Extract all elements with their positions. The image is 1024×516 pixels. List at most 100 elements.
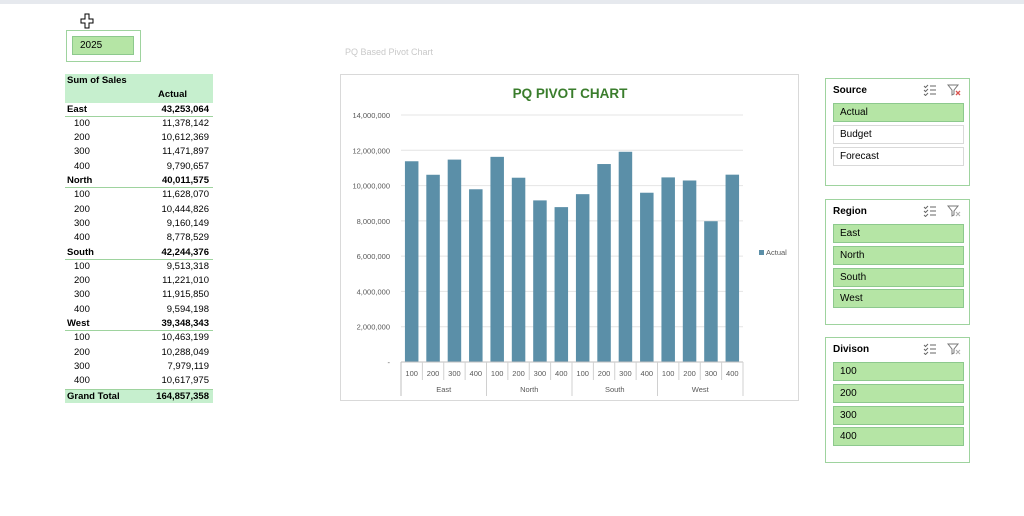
slicer-items: East North South West <box>833 224 964 311</box>
pivot-item-row[interactable]: 400 9,790,657 <box>65 160 213 174</box>
x-group-label: West <box>692 385 710 394</box>
pivot-item-row[interactable]: 400 8,778,529 <box>65 231 213 245</box>
clear-filter-icon[interactable] <box>947 343 961 355</box>
year-slicer-item[interactable]: 2025 <box>72 36 134 55</box>
pivot-region-row[interactable]: East 43,253,064 <box>65 103 213 117</box>
chart-bar <box>597 164 611 362</box>
slicer-item[interactable]: South <box>833 267 964 287</box>
slicer-title: Divison <box>833 344 870 355</box>
pivot-item-label: 200 <box>74 203 90 215</box>
pivot-region-total: 42,244,376 <box>161 246 209 258</box>
pivot-region-row[interactable]: West 39,348,343 <box>65 317 213 332</box>
pivot-item-row[interactable]: 100 10,463,199 <box>65 331 213 345</box>
pivot-item-row[interactable]: 200 10,288,049 <box>65 346 213 360</box>
x-group-label: South <box>605 385 625 394</box>
pivot-item-row[interactable]: 300 11,915,850 <box>65 288 213 302</box>
pivot-item-row[interactable]: 300 7,979,119 <box>65 360 213 374</box>
chart-bar <box>682 180 697 362</box>
y-tick-label: 4,000,000 <box>357 287 390 296</box>
chart-bar <box>640 192 654 362</box>
pivot-region-label: North <box>67 175 93 187</box>
pivot-item-row[interactable]: 200 10,612,369 <box>65 131 213 145</box>
x-tick-label: 300 <box>705 369 718 378</box>
clear-filter-icon[interactable] <box>947 205 961 217</box>
pivot-item-row[interactable]: 100 11,628,070 <box>65 188 213 202</box>
x-tick-label: 200 <box>683 369 696 378</box>
pivot-item-value: 11,221,010 <box>162 275 209 287</box>
chart-svg: PQ PIVOT CHART - 2,000,000 4,000,000 6,000,0… <box>352 86 787 396</box>
slicer-items: Actual Budget Forecast <box>833 103 964 168</box>
chart-bar <box>404 161 419 362</box>
y-tick-label: - <box>388 358 391 367</box>
legend-label: Actual <box>766 248 787 257</box>
x-tick-label: 200 <box>427 369 440 378</box>
slicer-title: Region <box>833 206 867 217</box>
pivot-item-row[interactable]: 100 11,378,142 <box>65 117 213 131</box>
pivot-item-row[interactable]: 100 9,513,318 <box>65 260 213 274</box>
pivot-chart[interactable]: PQ PIVOT CHART - 2,000,000 4,000,000 6,000,0… <box>340 74 799 401</box>
pivot-item-value: 9,513,318 <box>166 260 209 272</box>
pivot-region-row[interactable]: South 42,244,376 <box>65 246 213 260</box>
multi-select-icon[interactable] <box>923 84 937 96</box>
pivot-item-label: 300 <box>74 217 90 229</box>
pivot-item-value: 9,594,198 <box>166 303 209 315</box>
chart-bar <box>511 177 526 362</box>
pivot-item-label: 300 <box>74 360 90 372</box>
x-tick-label: 400 <box>470 369 483 378</box>
division-slicer: Divison 100 200 300 400 <box>825 337 970 463</box>
x-tick-label: 200 <box>598 369 611 378</box>
pivot-item-value: 10,444,826 <box>161 203 209 215</box>
pivot-item-row[interactable]: 200 11,221,010 <box>65 274 213 288</box>
slicer-item[interactable]: Actual <box>833 103 964 122</box>
x-group-label: North <box>520 385 538 394</box>
x-tick-label: 300 <box>534 369 547 378</box>
slicer-item[interactable]: 100 <box>833 362 964 381</box>
pivot-item-value: 10,612,369 <box>161 132 209 144</box>
pivot-item-row[interactable]: 300 11,471,897 <box>65 145 213 159</box>
slicer-item[interactable]: East <box>833 224 964 243</box>
y-tick-label: 8,000,000 <box>357 217 390 226</box>
slicer-item[interactable]: 300 <box>833 405 964 425</box>
pivot-item-label: 200 <box>74 132 90 144</box>
pivot-item-row[interactable]: 400 10,617,975 <box>65 374 213 388</box>
pivot-item-label: 400 <box>74 375 90 387</box>
multi-select-icon[interactable] <box>923 205 937 217</box>
x-tick-label: 300 <box>448 369 461 378</box>
grand-total-row[interactable]: Grand Total 164,857,358 <box>65 388 213 403</box>
x-tick-label: 100 <box>576 369 589 378</box>
multi-select-icon[interactable] <box>923 343 937 355</box>
chart-bar <box>575 194 590 362</box>
pivot-item-label: 100 <box>74 117 90 129</box>
pivot-item-value: 9,790,657 <box>166 160 209 172</box>
slicer-item[interactable]: North <box>833 245 964 265</box>
chart-bar <box>725 174 740 362</box>
pivot-item-label: 400 <box>74 303 90 315</box>
slicer-item[interactable]: West <box>833 289 964 309</box>
chart-bar <box>661 177 675 362</box>
chart-bar <box>490 156 504 362</box>
slicer-item[interactable]: 400 <box>833 427 964 447</box>
pivot-region-label: East <box>67 103 88 115</box>
pivot-item-value: 11,628,070 <box>162 189 209 201</box>
clear-filter-icon[interactable] <box>947 84 961 96</box>
pivot-header[interactable]: Sum of Sales <box>65 74 213 89</box>
pivot-item-row[interactable]: 200 10,444,826 <box>65 203 213 217</box>
slicer-item[interactable]: 200 <box>833 383 964 403</box>
chart-bar <box>533 200 547 362</box>
pivot-column-header[interactable]: Actual <box>65 88 213 103</box>
year-slicer: 2025 <box>66 30 141 62</box>
x-tick-label: 100 <box>491 369 504 378</box>
slicer-item[interactable]: Forecast <box>833 146 964 166</box>
slicer-item[interactable]: Budget <box>833 124 964 144</box>
pivot-item-label: 100 <box>74 189 90 201</box>
pivot-item-label: 300 <box>74 289 90 301</box>
pivot-item-row[interactable]: 300 9,160,149 <box>65 217 213 231</box>
pivot-item-row[interactable]: 400 9,594,198 <box>65 303 213 317</box>
x-tick-label: 100 <box>405 369 418 378</box>
y-tick-label: 14,000,000 <box>352 111 390 120</box>
pivot-item-value: 7,979,119 <box>167 360 209 372</box>
x-tick-label: 400 <box>555 369 568 378</box>
pivot-region-row[interactable]: North 40,011,575 <box>65 174 213 189</box>
chart-bar <box>618 151 633 362</box>
pivot-item-label: 400 <box>74 160 90 172</box>
